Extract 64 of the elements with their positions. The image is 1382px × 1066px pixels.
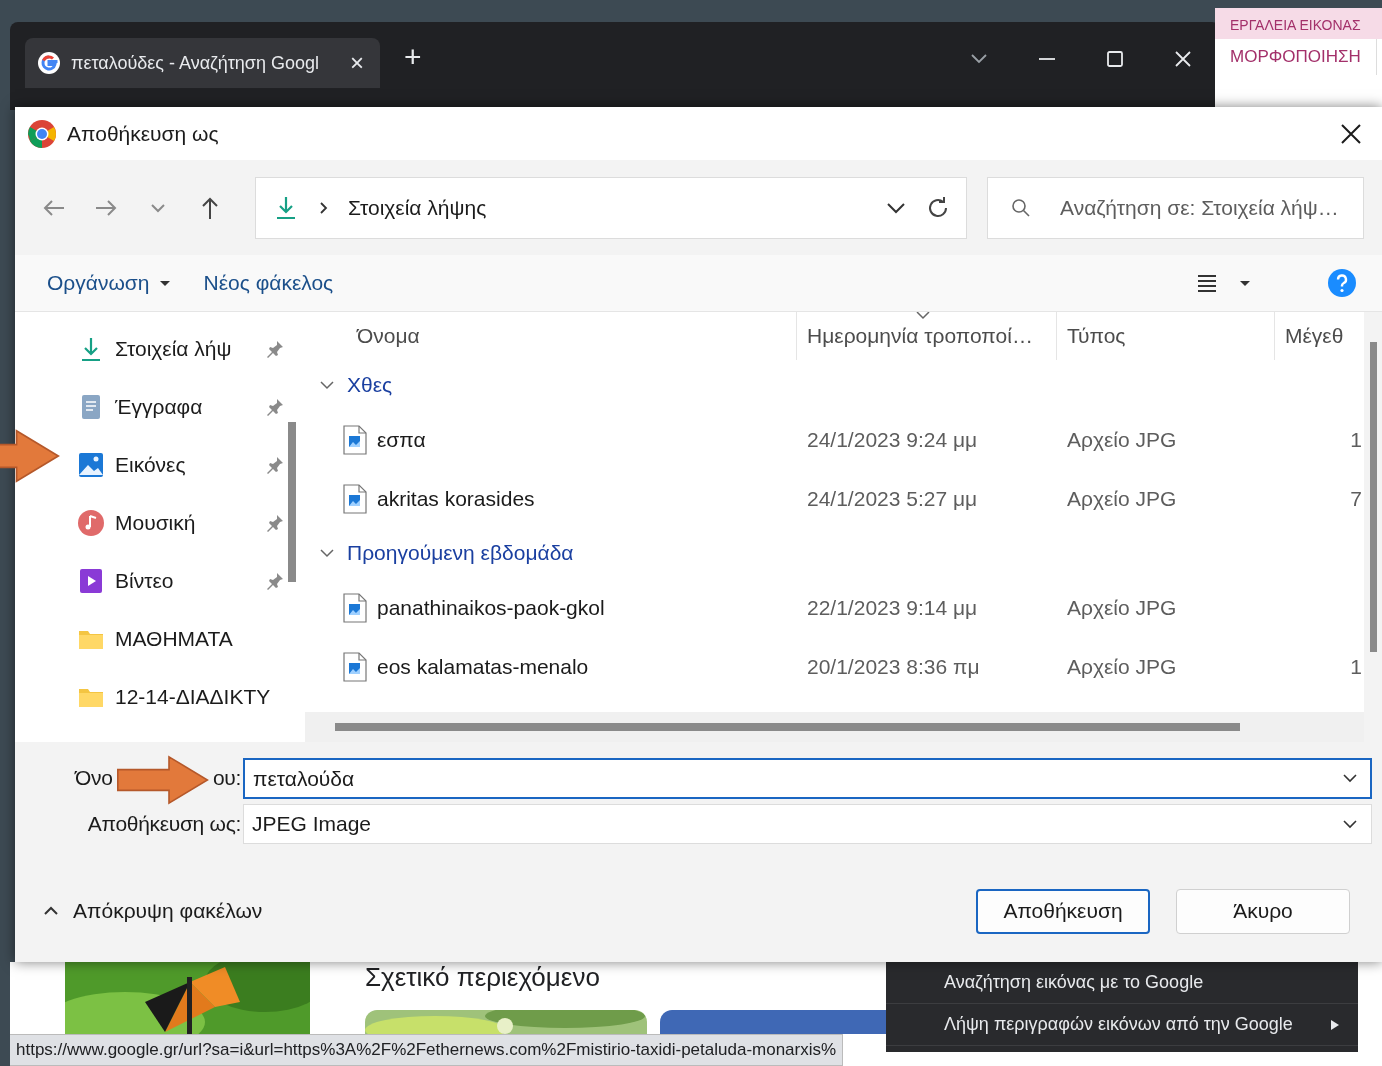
google-icon [37,51,61,75]
new-folder-button[interactable]: Νέος φάκελος [189,265,348,301]
sidebar-item[interactable]: Έγγραφα [77,378,285,436]
image-file-icon [343,424,367,455]
image-file-icon [343,592,367,623]
column-header[interactable]: Τύπος [1057,312,1275,360]
save-button[interactable]: Αποθήκευση [976,888,1150,934]
status-bar: https://www.google.gr/url?sa=i&url=https%3A%2F%2Fethernews.com%2Fmistirio-taxidi-petaluda-monarxis% [10,1034,844,1066]
group-header[interactable]: Προηγούμενη εβδομάδα [347,541,574,565]
tab-close-button[interactable]: × [346,51,368,75]
sidebar-item[interactable]: Εικόνες [77,436,285,494]
new-tab-button[interactable]: + [398,42,428,72]
scrollbar-thumb[interactable] [287,422,296,582]
section-heading: Σχετικό περιεχόμενο [365,962,600,993]
table-cell-text: 7 [1349,486,1363,511]
dialog-title: Αποθήκευση ως [67,121,220,146]
scrollbar-thumb[interactable] [1369,342,1377,652]
table-cell-text: Αρχείο JPG [1066,595,1178,620]
table-cell: panathinaikos-paok-gkol [377,595,605,620]
tab-title: πεταλούδες - Αναζήτηση Googl [71,52,320,74]
chrome-icon [27,118,57,149]
table-cell: eos kalamatas-menalo [377,654,589,679]
address-bar[interactable]: Στοιχεία λήψης [255,176,967,239]
help-icon[interactable] [1327,268,1357,298]
cancel-button[interactable]: Άκυρο [1176,888,1350,934]
field-label: ου: [212,766,241,790]
sidebar-item[interactable]: Βίντεο [77,552,285,610]
table-cell-text: 1 [1349,654,1363,679]
hide-folders-button[interactable]: Απόκρυψη φακέλων [35,898,269,924]
table-cell-text: 20/1/2023 8:36 πμ [806,654,981,679]
image-file-icon [343,483,367,514]
address-path: Στοιχεία λήψης [348,195,488,220]
sidebar-item[interactable]: Μουσική [77,494,285,552]
organize-menu-button[interactable]: Οργάνωση [33,265,164,301]
table-cell-text: Αρχείο JPG [1066,486,1178,511]
table-cell: εσπα [377,427,426,452]
video-icon [77,567,105,595]
table-cell-text: 24/1/2023 9:24 μμ [806,427,979,452]
music-note-icon [77,509,105,537]
column-header[interactable]: Όνομα [305,312,797,360]
table-cell-text: 1 [1349,427,1363,452]
table-cell: akritas korasides [377,486,535,511]
combo-box[interactable]: JPEG Image [243,804,1372,844]
picture-icon [77,451,105,479]
sidebar-item[interactable]: 12-14-ΔΙΑΔΙΚΤΥ [77,668,285,726]
table-cell-text: 24/1/2023 5:27 μμ [806,486,979,511]
table-cell-text: Αρχείο JPG [1066,654,1178,679]
search-field[interactable]: Αναζήτηση σε: Στοιχεία λήψ… [987,176,1364,239]
menu-item[interactable]: Λήψη περιγραφών εικόνων από την Google [886,1004,1358,1046]
table-cell-text: Αρχείο JPG [1066,427,1178,452]
field-label: Όνο [75,766,113,790]
ribbon-group-label: ΕΡΓΑΛΕΙΑ ΕΙΚΟΝΑΣ [1215,8,1382,39]
field-label: Αποθήκευση ως: [87,812,241,836]
sidebar-item[interactable]: ΜΑΘΗΜΑΤΑ [77,610,285,668]
group-header[interactable]: Χθες [347,373,393,397]
browser-tab[interactable]: πεταλούδες - Αναζήτηση Googl × [25,38,380,88]
search-icon [1011,197,1031,218]
column-header[interactable]: Ημερομηνία τροποποί… [797,312,1057,360]
image-file-icon [343,651,367,682]
scrollbar-thumb[interactable] [335,723,1240,731]
table-cell-text: 22/1/2023 9:14 μμ [806,595,979,620]
sidebar-item[interactable]: Στοιχεία λήψ [77,320,285,378]
combo-box[interactable]: πεταλούδα [243,758,1372,799]
column-header[interactable]: Μέγεθ [1275,312,1364,360]
